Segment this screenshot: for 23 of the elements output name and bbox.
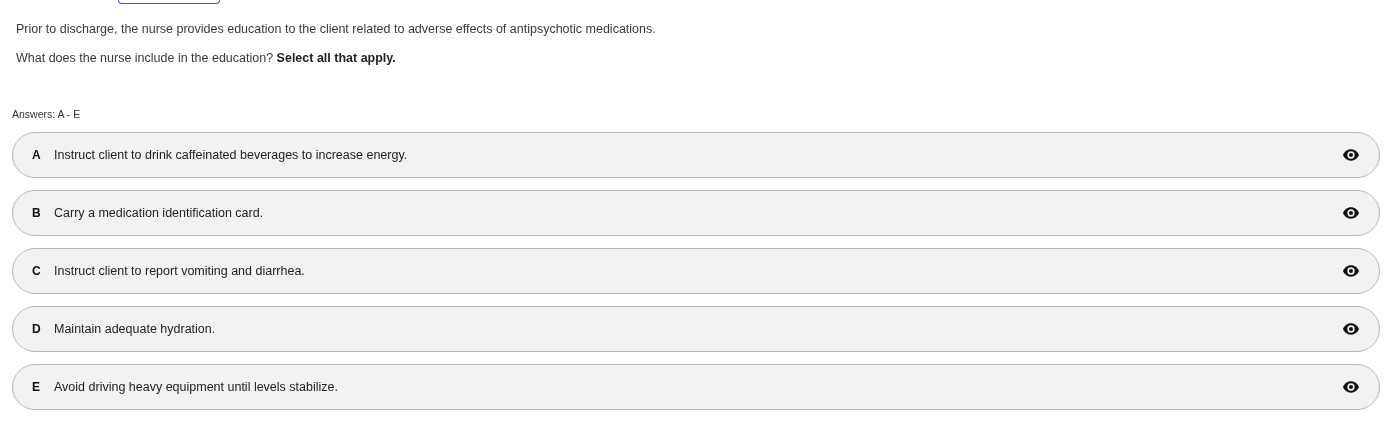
option-letter: A [32,148,42,162]
option-letter: B [32,206,42,220]
option-letter: C [32,264,42,278]
eye-icon[interactable] [1343,207,1359,219]
option-text: Carry a medication identification card. [54,206,265,220]
option-letter: D [32,322,42,336]
option-text: Maintain adequate hydration. [54,322,217,336]
eye-icon[interactable] [1343,265,1359,277]
question-stem: Prior to discharge, the nurse provides education to the client related to adverse effects of antipsychotic medications. [16,21,657,37]
eye-icon[interactable] [1343,149,1359,161]
answer-option[interactable]: A Instruct client to drink caffeinated beverages to increase energy. [12,132,1380,178]
option-text: Instruct client to report vomiting and diarrhea. [54,264,306,278]
option-text: Avoid driving heavy equipment until levels stabilize. [54,380,339,394]
option-text: Instruct client to drink caffeinated beverages to increase energy. [54,148,409,162]
answer-option[interactable]: B Carry a medication identification card. [12,190,1380,236]
answer-option[interactable]: E Avoid driving heavy equipment until levels stabilize. [12,364,1380,410]
eye-icon[interactable] [1343,381,1359,393]
eye-icon[interactable] [1343,323,1359,335]
option-letter: E [32,380,41,394]
answer-option[interactable]: C Instruct client to report vomiting and diarrhea. [12,248,1380,294]
answers-label: Answers: A - E [12,108,82,121]
answer-option[interactable]: D Maintain adequate hydration. [12,306,1380,352]
question-prompt: What does the nurse include in the education? Select all that apply. [16,50,397,66]
